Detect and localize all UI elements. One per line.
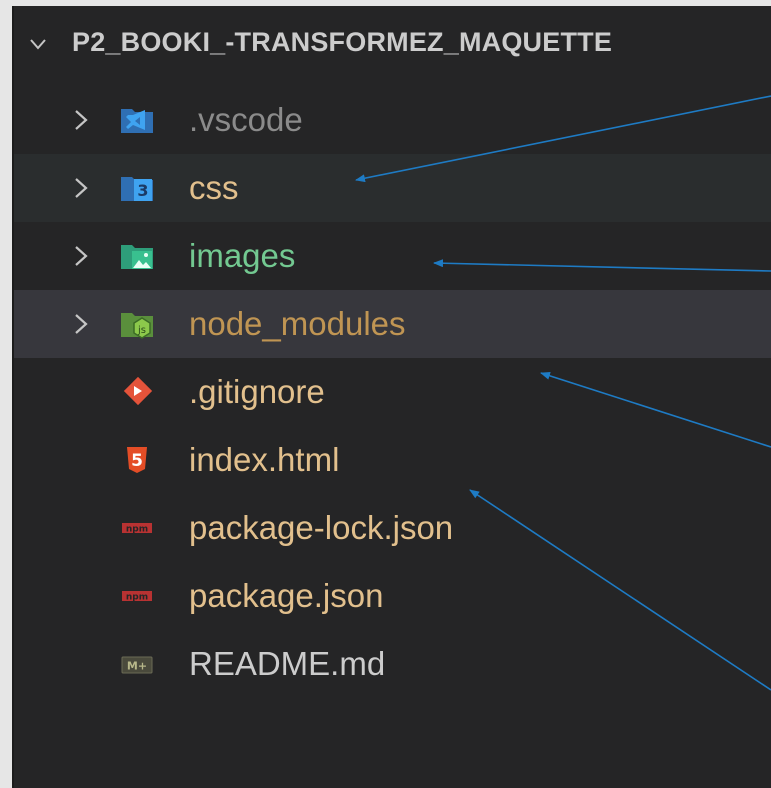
screenshot-frame: P2_BOOKI_-TRANSFORMEZ_MAQUETTE .vscode 3: [0, 0, 771, 788]
tree-item-label: css: [189, 169, 239, 206]
chevron-right-icon[interactable]: [72, 177, 90, 199]
tree-item-images[interactable]: images: [14, 222, 771, 290]
workspace-folder-title: P2_BOOKI_-TRANSFORMEZ_MAQUETTE: [72, 27, 613, 57]
images-folder-icon: [121, 245, 153, 269]
svg-text:M+: M+: [127, 660, 147, 673]
workspace-folder-header[interactable]: P2_BOOKI_-TRANSFORMEZ_MAQUETTE: [14, 14, 771, 74]
tree-item-vscode[interactable]: .vscode: [14, 86, 771, 154]
tree-item-label: .vscode: [189, 101, 303, 138]
tree-item-label: package.json: [189, 577, 384, 614]
chevron-right-icon[interactable]: [72, 109, 90, 131]
svg-text:js: js: [137, 325, 146, 336]
tree-item-label: index.html: [189, 441, 340, 478]
tree-item-css[interactable]: 3 css: [14, 154, 771, 222]
tree-item-label: node_modules: [189, 305, 406, 342]
node-folder-icon: js: [121, 313, 153, 339]
tree-item-package-lock-json[interactable]: npm package-lock.json: [14, 494, 771, 562]
svg-text:5: 5: [131, 451, 143, 471]
tree-item-readme-md[interactable]: M+ README.md: [14, 630, 771, 698]
tree-item-label: .gitignore: [189, 373, 325, 410]
tree-item-node-modules[interactable]: js node_modules: [14, 290, 771, 358]
svg-text:npm: npm: [126, 525, 148, 535]
tree-item-label: package-lock.json: [189, 509, 454, 546]
markdown-icon: M+: [121, 656, 153, 674]
vscode-folder-icon: [121, 109, 153, 133]
git-icon: [123, 377, 153, 406]
html5-icon: 5: [127, 447, 147, 473]
tree-item-label: README.md: [189, 645, 386, 682]
tree-item-gitignore[interactable]: .gitignore: [14, 358, 771, 426]
chevron-down-icon[interactable]: [28, 34, 48, 54]
svg-text:npm: npm: [126, 593, 148, 603]
chevron-right-icon[interactable]: [72, 313, 90, 335]
npm-icon: npm: [122, 523, 152, 535]
chevron-right-icon[interactable]: [72, 245, 90, 267]
css-folder-icon: 3: [121, 177, 153, 201]
svg-text:3: 3: [137, 181, 148, 200]
tree-item-package-json[interactable]: npm package.json: [14, 562, 771, 630]
tree-item-label: images: [189, 237, 296, 274]
npm-icon: npm: [122, 591, 152, 603]
file-explorer: P2_BOOKI_-TRANSFORMEZ_MAQUETTE .vscode 3: [12, 6, 771, 788]
tree-item-index-html[interactable]: 5 index.html: [14, 426, 771, 494]
